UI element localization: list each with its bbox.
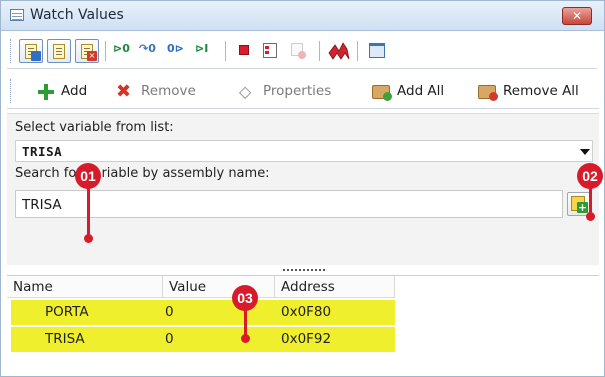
toolbar-separator [225,41,226,61]
title-bar[interactable]: Watch Values ✕ [1,1,604,31]
watch-window-icon [10,9,24,21]
watch-doc-delete-icon[interactable]: × [75,39,99,63]
debug-toolbar: × ⊳0 ↷0 0⊳ ⊳I [7,35,597,69]
variable-dropdown[interactable]: TRISA [15,140,593,162]
variable-panel: Select variable from list: TRISA Search … [7,113,599,265]
close-button[interactable]: ✕ [562,7,592,25]
callout-03: 03 [232,285,258,311]
red-bolt-icon[interactable] [327,39,351,63]
breakpoint-icon[interactable] [233,39,257,63]
toolbar-separator [105,41,106,61]
callout-01-line [87,188,90,238]
select-variable-label: Select variable from list: [15,120,174,135]
remove-button-label: Remove [141,83,196,99]
row-address: 0x0F80 [281,304,332,320]
window-title: Watch Values [30,7,124,23]
table-row[interactable]: PORTA 0 0x0F80 [11,300,395,326]
row-address: 0x0F92 [281,331,332,347]
watch-actions-toolbar: Add ✖ Remove ◇ Properties Add All Remove… [7,75,599,109]
column-header-value[interactable]: Value [163,276,275,298]
table-row[interactable]: TRISA 0 0x0F92 [11,327,395,353]
add-button[interactable]: Add [35,81,111,103]
properties-button[interactable]: ◇ Properties [237,81,357,103]
watch-grid: Name Value Address PORTA 0 0x0F80 TRISA … [7,275,599,375]
add-plus-icon [38,84,54,100]
add-all-button[interactable]: Add All [371,81,475,103]
callout-03-dot [241,334,250,343]
search-variable-input[interactable]: TRISA [15,190,563,218]
plus-icon: + [577,201,588,214]
add-all-button-label: Add All [397,83,445,99]
row-name: PORTA [45,304,89,320]
breakpoint-list-icon[interactable] [259,39,283,63]
add-button-label: Add [61,83,88,99]
row-name: TRISA [45,331,85,347]
callout-01-dot [84,234,93,243]
search-variable-label: Search for variable by assembly name: [15,166,270,181]
toolbar-grip[interactable] [10,39,13,63]
remove-all-icon [478,85,498,101]
toolbar-separator [319,41,320,61]
remove-all-button-label: Remove All [503,83,579,99]
add-all-icon [372,85,392,101]
toolbar-grip[interactable] [10,79,13,103]
step-into-icon[interactable]: ⊳0 [113,42,130,55]
step-over-icon[interactable]: ↷0 [139,42,156,55]
properties-icon: ◇ [239,82,252,101]
remove-all-button[interactable]: Remove All [477,81,597,103]
callout-01: 01 [75,163,101,189]
remove-x-icon: ✖ [116,81,132,102]
callout-02-dot [586,212,595,221]
row-value: 0 [165,304,174,320]
splitter-handle[interactable] [283,269,325,272]
window-icon[interactable] [365,39,389,63]
remove-button[interactable]: ✖ Remove [115,81,219,103]
search-variable-value: TRISA [22,197,62,213]
clear-breakpoints-icon[interactable] [287,39,311,63]
watch-doc-blue-icon[interactable] [19,39,43,63]
chevron-down-icon[interactable] [580,149,590,155]
row-value: 0 [165,331,174,347]
column-header-name[interactable]: Name [7,276,163,298]
callout-02: 02 [577,163,603,189]
properties-button-label: Properties [263,83,332,99]
watch-doc-icon[interactable] [47,39,71,63]
variable-dropdown-value: TRISA [22,144,63,159]
run-to-cursor-icon[interactable]: ⊳I [195,42,208,55]
step-out-icon[interactable]: 0⊳ [167,42,184,55]
toolbar-separator [357,41,358,61]
watch-values-window: Watch Values ✕ × ⊳0 ↷0 0⊳ ⊳I Add ✖ Remov… [0,0,605,377]
column-header-address[interactable]: Address [275,276,395,298]
